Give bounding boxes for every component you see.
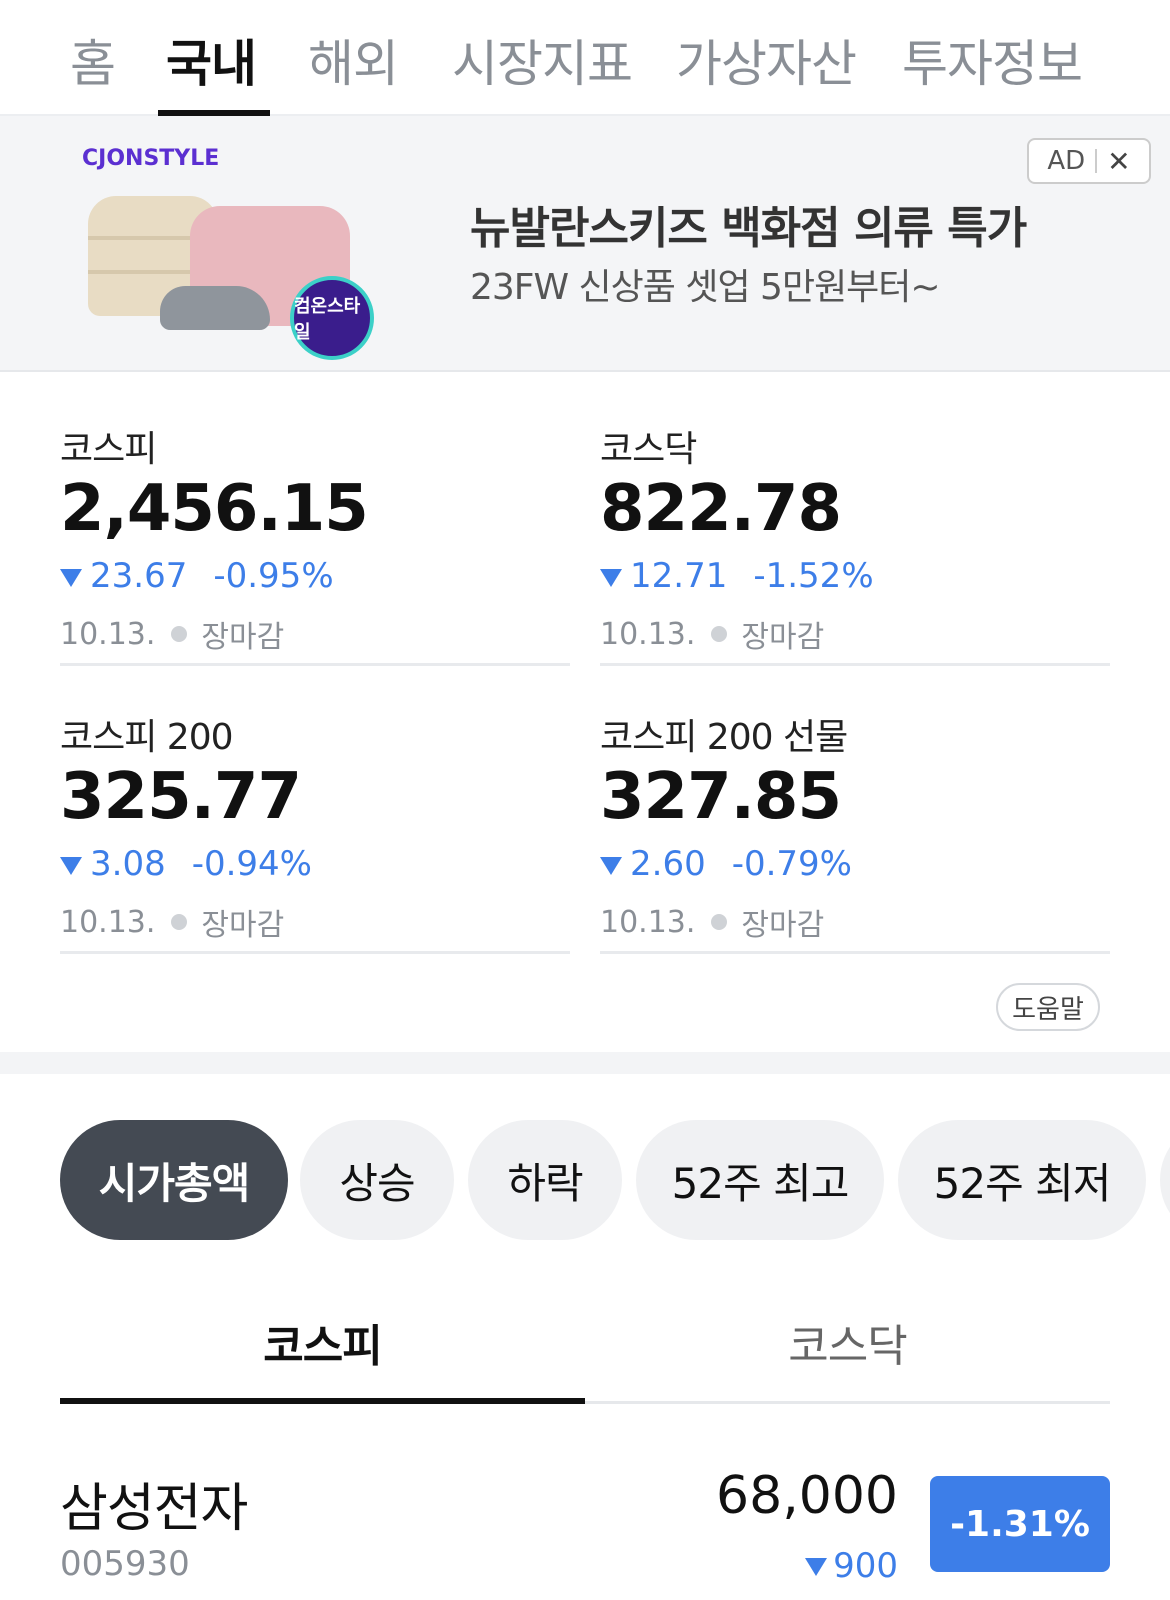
tab-kospi[interactable]: 코스피 xyxy=(60,1310,585,1374)
tab-overseas[interactable]: 해외 xyxy=(308,24,399,96)
index-change: 12.71 -1.52% xyxy=(600,556,874,596)
ad-badge-logo: 컴온스타일 xyxy=(290,276,374,360)
ad-brand-logo: CJONSTYLE xyxy=(82,146,220,171)
index-change-percent: -0.79% xyxy=(731,844,852,884)
chip-52week-low[interactable]: 52주 최저 xyxy=(898,1120,1146,1240)
chip-rise[interactable]: 상승 xyxy=(300,1120,454,1240)
index-change: 23.67 -0.95% xyxy=(60,556,334,596)
status-dot-icon xyxy=(171,914,188,930)
tab-kosdaq[interactable]: 코스닥 xyxy=(585,1310,1110,1374)
stock-price: 68,000 xyxy=(716,1466,898,1526)
market-tabs: 코스피 코스닥 xyxy=(60,1280,1110,1404)
tab-domestic[interactable]: 국내 xyxy=(166,24,257,96)
market-status: 장마감 xyxy=(201,908,285,943)
index-date: 10.13. xyxy=(60,904,156,940)
stock-name: 삼성전자 xyxy=(60,1479,248,1539)
ad-label-box: AD ✕ xyxy=(1027,138,1151,184)
tab-home[interactable]: 홈 xyxy=(70,24,116,96)
chip-52week-high[interactable]: 52주 최고 xyxy=(636,1120,884,1240)
index-change: 3.08 -0.94% xyxy=(60,844,312,884)
chip-more[interactable] xyxy=(1160,1120,1170,1240)
ad-label: AD xyxy=(1047,146,1086,176)
stock-change-rate-badge[interactable]: -1.31% xyxy=(930,1476,1110,1572)
index-date: 10.13. xyxy=(600,616,696,652)
section-divider xyxy=(0,1052,1170,1074)
index-card-kospi200[interactable]: 코스피 200 325.77 3.08 -0.94% 10.13. 장마감 xyxy=(60,664,570,954)
status-dot-icon xyxy=(171,626,188,642)
index-name: 코스피 xyxy=(60,429,157,470)
index-value: 325.77 xyxy=(60,760,302,834)
index-value: 2,456.15 xyxy=(60,472,369,546)
tab-market-indicators[interactable]: 시장지표 xyxy=(452,24,633,96)
chip-market-cap[interactable]: 시가총액 xyxy=(60,1120,288,1240)
index-name: 코스닥 xyxy=(600,429,697,470)
tab-crypto[interactable]: 가상자산 xyxy=(676,24,857,96)
down-triangle-icon xyxy=(600,569,622,587)
down-triangle-icon xyxy=(600,857,622,875)
ranking-filter-chips: 시가총액 상승 하락 52주 최고 52주 최저 xyxy=(60,1120,1170,1240)
top-nav: 홈 국내 해외 시장지표 가상자산 투자정보 xyxy=(0,0,1170,116)
down-triangle-icon xyxy=(805,1558,828,1576)
status-dot-icon xyxy=(711,626,728,642)
index-meta: 10.13. 장마감 xyxy=(600,612,824,656)
down-triangle-icon xyxy=(60,569,82,587)
index-change: 2.60 -0.79% xyxy=(600,844,852,884)
active-market-tab-indicator xyxy=(60,1398,585,1404)
ad-subtitle: 23FW 신상품 셋업 5만원부터~ xyxy=(470,267,941,308)
index-date: 10.13. xyxy=(60,616,156,652)
market-status: 장마감 xyxy=(741,908,825,943)
stock-change-amount: 900 xyxy=(833,1546,898,1586)
ad-separator xyxy=(1095,149,1098,173)
index-name: 코스피 200 선물 xyxy=(600,717,848,758)
down-triangle-icon xyxy=(60,857,82,875)
index-value: 327.85 xyxy=(600,760,842,834)
close-icon[interactable]: ✕ xyxy=(1107,145,1130,178)
ad-title: 뉴발란스키즈 백화점 의류 특가 xyxy=(470,203,1027,254)
index-card-kospi200-futures[interactable]: 코스피 200 선물 327.85 2.60 -0.79% 10.13. 장마감 xyxy=(600,664,1110,954)
stock-change: 900 xyxy=(805,1546,898,1586)
index-card-kospi[interactable]: 코스피 2,456.15 23.67 -0.95% 10.13. 장마감 xyxy=(60,376,570,666)
index-change-amount: 2.60 xyxy=(630,844,706,884)
index-name: 코스피 200 xyxy=(60,717,234,758)
ad-banner[interactable]: CJONSTYLE 컴온스타일 뉴발란스키즈 백화점 의류 특가 23FW 신상… xyxy=(0,116,1170,372)
index-change-percent: -1.52% xyxy=(753,556,874,596)
tab-investment-info[interactable]: 투자정보 xyxy=(902,24,1083,96)
ad-product-shoe-image xyxy=(160,286,270,330)
index-value: 822.78 xyxy=(600,472,842,546)
index-change-percent: -0.95% xyxy=(213,556,334,596)
index-date: 10.13. xyxy=(600,904,696,940)
index-meta: 10.13. 장마감 xyxy=(60,900,284,944)
index-meta: 10.13. 장마감 xyxy=(60,612,284,656)
market-status: 장마감 xyxy=(201,620,285,655)
stock-row[interactable]: 삼성전자 005930 68,000 900 -1.31% xyxy=(60,1466,1110,1600)
chip-fall[interactable]: 하락 xyxy=(468,1120,622,1240)
index-change-amount: 23.67 xyxy=(90,556,188,596)
index-change-percent: -0.94% xyxy=(191,844,312,884)
help-button[interactable]: 도움말 xyxy=(996,983,1100,1031)
status-dot-icon xyxy=(711,914,728,930)
stock-code: 005930 xyxy=(60,1544,190,1584)
market-status: 장마감 xyxy=(741,620,825,655)
index-card-kosdaq[interactable]: 코스닥 822.78 12.71 -1.52% 10.13. 장마감 xyxy=(600,376,1110,666)
index-meta: 10.13. 장마감 xyxy=(600,900,824,944)
index-change-amount: 3.08 xyxy=(90,844,166,884)
index-change-amount: 12.71 xyxy=(630,556,728,596)
